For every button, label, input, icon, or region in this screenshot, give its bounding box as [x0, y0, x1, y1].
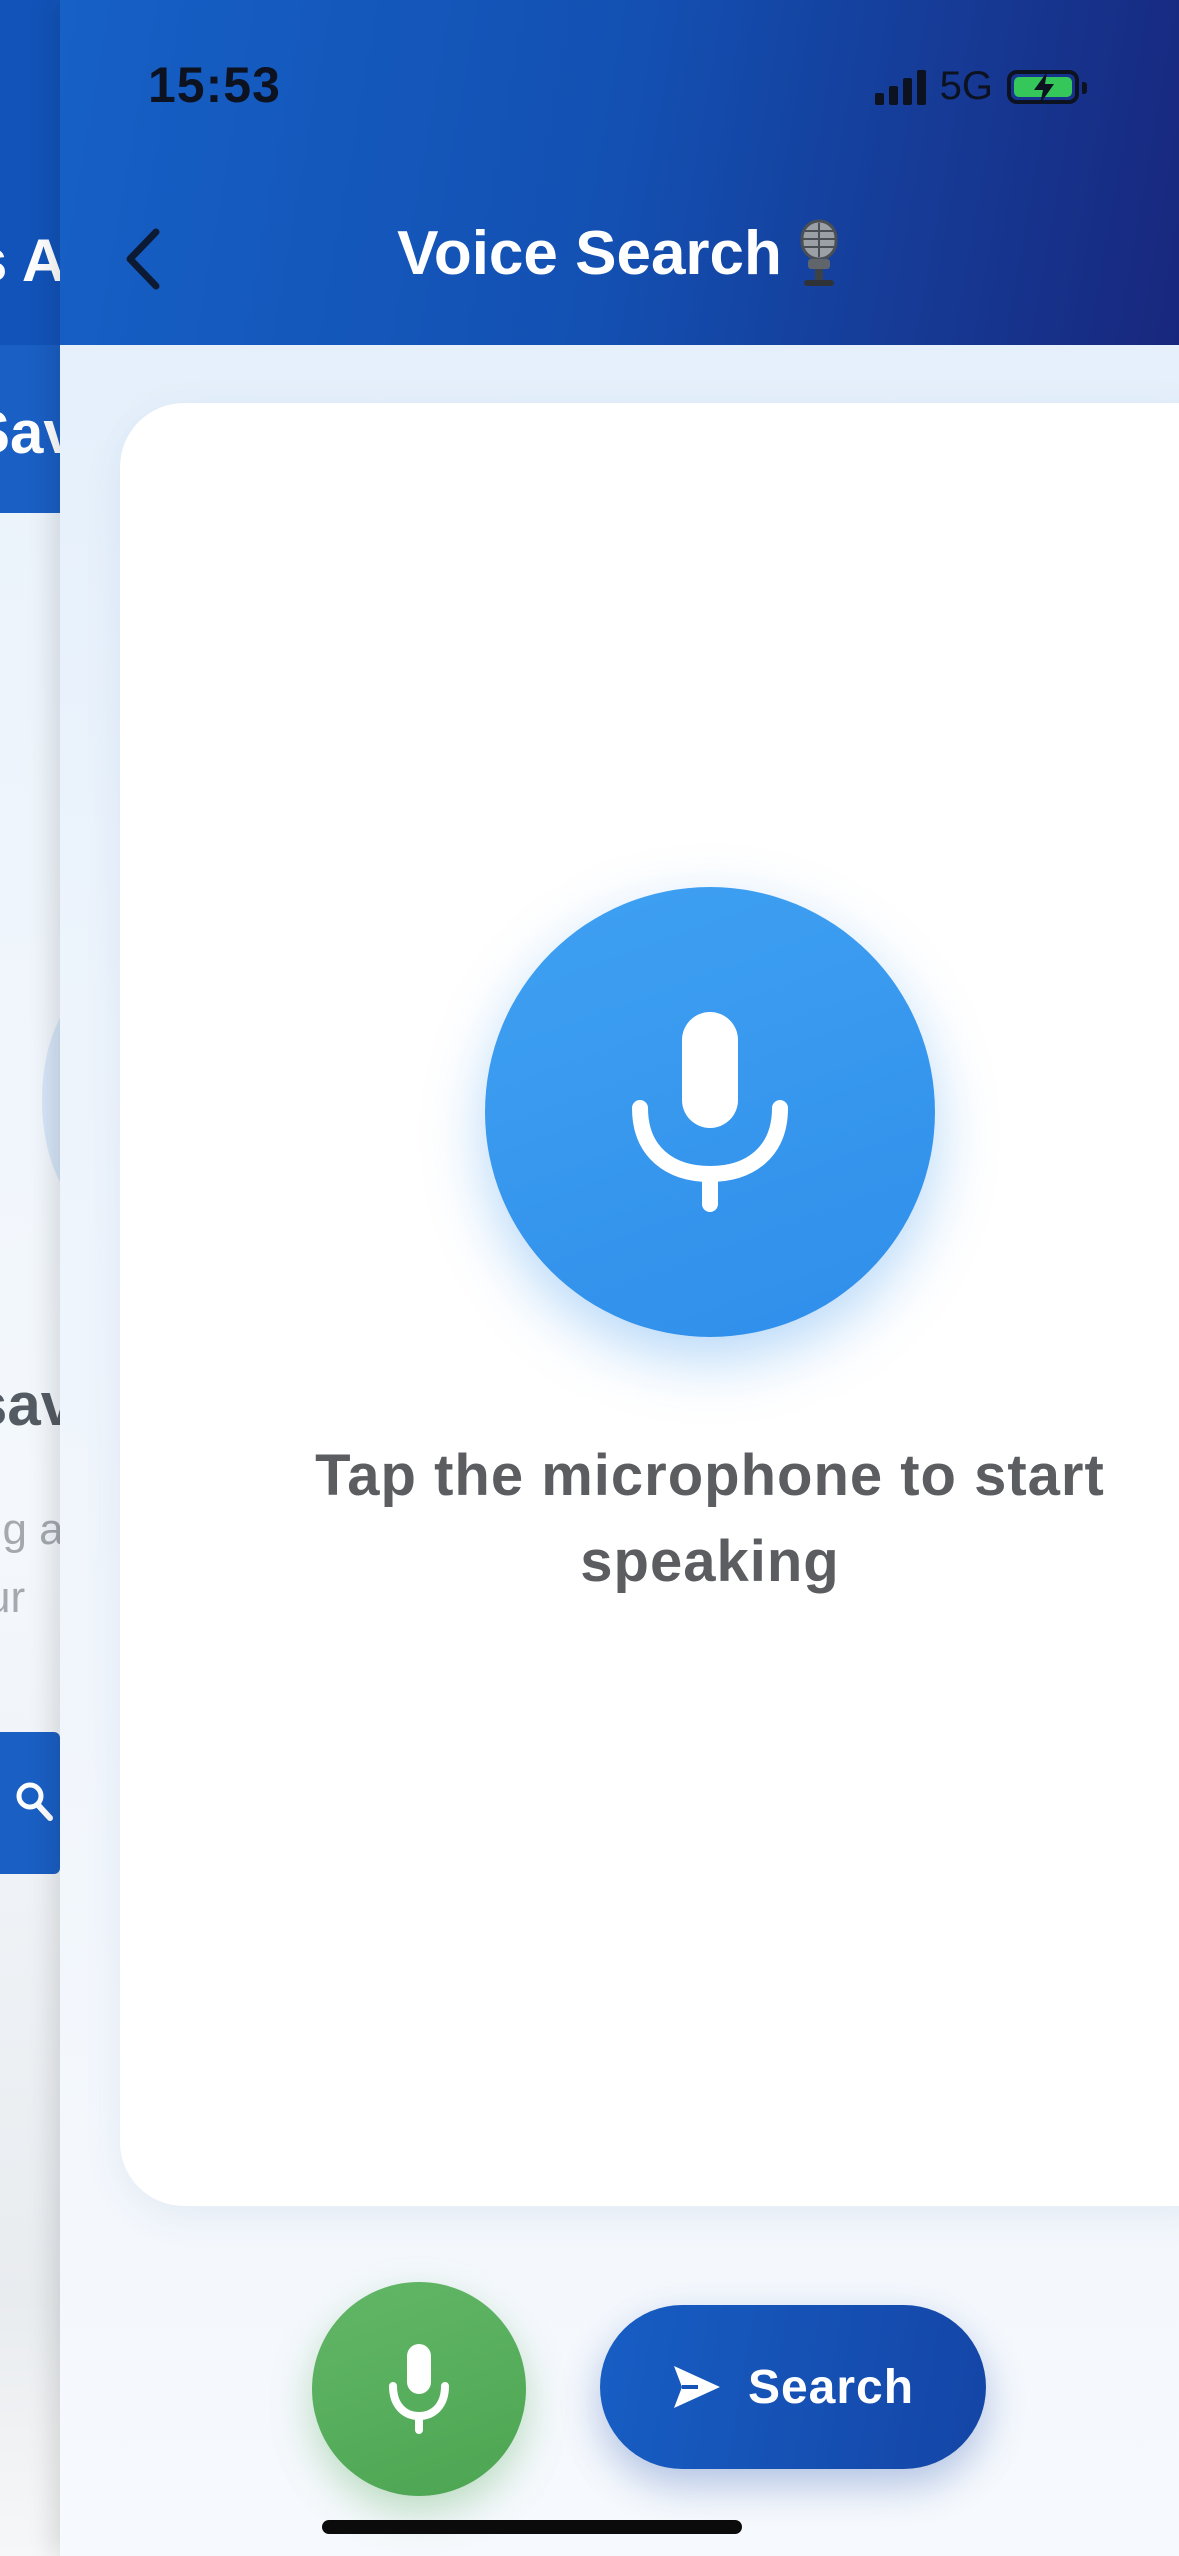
microphone-icon — [632, 1012, 788, 1212]
home-indicator[interactable] — [322, 2520, 742, 2534]
search-button-label: Search — [747, 2360, 915, 2414]
network-type: 5G — [939, 64, 993, 108]
screen: s A Sav sav ng a ur 15:53 5G — [0, 0, 1179, 2556]
background-page-header-text: s A — [0, 227, 60, 294]
background-page-circle — [42, 985, 60, 1215]
charging-bolt-icon — [1034, 71, 1054, 104]
page-title-text: Voice Search — [397, 219, 782, 288]
voice-card: Tap the microphone to start speaking — [120, 403, 1179, 2206]
status-time: 15:53 — [148, 57, 281, 113]
background-page-subtitle-line2: ur — [0, 1573, 26, 1622]
start-listening-button[interactable] — [485, 887, 935, 1337]
background-page-subtitle-line1: ng a — [0, 1505, 60, 1554]
background-page: s A Sav sav ng a ur — [0, 0, 60, 2556]
microphone-icon — [389, 2344, 449, 2434]
instruction-line-1: Tap the microphone to start — [315, 1443, 1105, 1508]
header: 15:53 5G Voice Search — [60, 0, 1179, 345]
background-page-tab-text: Sav — [0, 399, 60, 466]
page-title: Voice Search — [60, 218, 1179, 289]
search-button[interactable]: Search — [600, 2305, 986, 2469]
instruction-text: Tap the microphone to start speaking — [180, 1433, 1179, 1605]
battery-icon — [1007, 69, 1087, 104]
status-indicators: 5G — [874, 64, 1087, 109]
send-icon — [673, 2366, 720, 2408]
studio-microphone-emoji-icon — [800, 219, 838, 286]
search-icon — [16, 1782, 53, 1821]
voice-search-page: 15:53 5G Voice Search Tap the microphone… — [60, 0, 1179, 2556]
record-button[interactable] — [312, 2282, 526, 2496]
cellular-signal-icon — [874, 69, 926, 105]
instruction-line-2: speaking — [580, 1529, 840, 1594]
background-page-title: sav — [0, 1371, 60, 1438]
battery-cap — [1082, 81, 1087, 94]
